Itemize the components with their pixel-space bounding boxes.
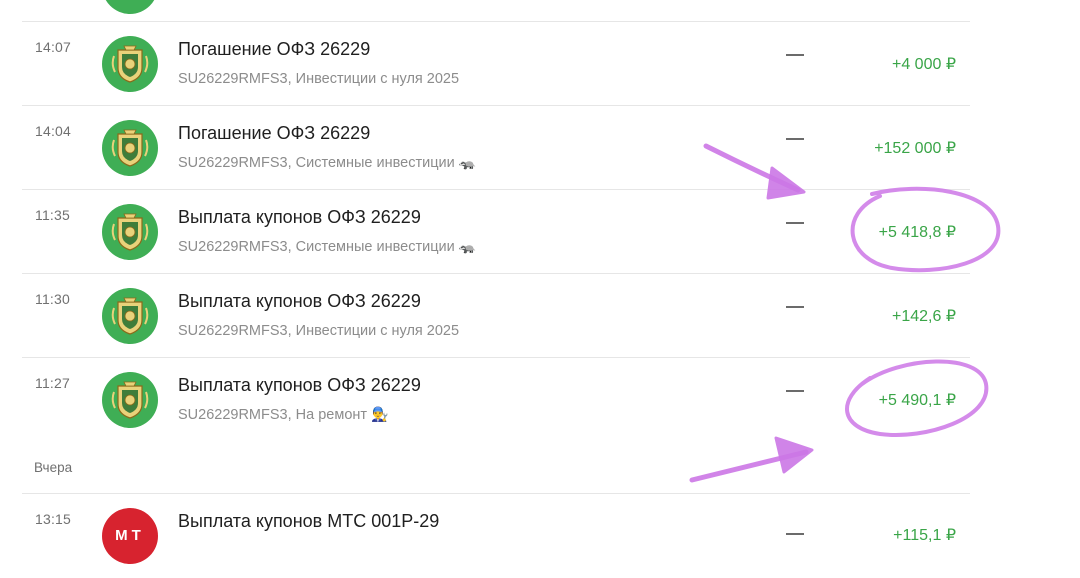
- mts-logo-icon: МТ: [102, 508, 158, 564]
- operation-row[interactable]: 14:04 Погашение ОФЗ 26229 SU26229RMFS3, …: [22, 106, 970, 190]
- operation-amount: +152 000 ₽: [874, 140, 956, 157]
- operation-title: Выплата купонов ОФЗ 26229: [178, 207, 421, 227]
- operation-time: 11:35: [35, 207, 70, 223]
- operation-amount: +5 418,8 ₽: [878, 224, 956, 241]
- operation-dash: [786, 533, 804, 535]
- operation-title: Погашение ОФЗ 26229: [178, 39, 371, 59]
- operation-row[interactable]: 13:15 МТ Выплата купонов МТС 001Р-29 +11…: [22, 494, 970, 578]
- operation-dash: [786, 306, 804, 308]
- operation-time: 11:27: [35, 375, 70, 391]
- operation-dash: [786, 138, 804, 140]
- operation-subtitle: SU26229RMFS3, На ремонт 👨‍🔧: [178, 407, 388, 423]
- ofz-emblem-icon: [102, 288, 158, 344]
- operation-amount: +115,1 ₽: [893, 527, 956, 544]
- ofz-emblem-icon: [102, 36, 158, 92]
- operation-subtitle-text: SU26229RMFS3, Системные инвестиции: [178, 155, 455, 171]
- operation-row[interactable]: 11:35 Выплата купонов ОФЗ 26229 SU26229R…: [22, 190, 970, 274]
- mechanic-emoji-icon: 👨‍🔧: [371, 407, 389, 423]
- operation-dash: [786, 54, 804, 56]
- operation-subtitle: SU26229RMFS3, Системные инвестиции 🦡: [178, 155, 476, 171]
- badger-emoji-icon: 🦡: [458, 239, 477, 255]
- operation-row[interactable]: 11:30 Выплата купонов ОФЗ 26229 SU26229R…: [22, 274, 970, 358]
- operation-title: Выплата купонов ОФЗ 26229: [178, 291, 421, 311]
- operation-title: Выплата купонов ОФЗ 26229: [178, 375, 421, 395]
- operation-row-partial[interactable]: [22, 0, 970, 22]
- operation-dash: [786, 390, 804, 392]
- ofz-emblem-icon: [102, 204, 158, 260]
- operation-title: Погашение ОФЗ 26229: [178, 123, 371, 143]
- operation-subtitle-text: SU26229RMFS3, Инвестиции с нуля 2025: [178, 323, 460, 339]
- ofz-emblem-icon: [102, 372, 158, 428]
- operation-subtitle: SU26229RMFS3, Инвестиции с нуля 2025: [178, 71, 459, 87]
- operation-subtitle-text: SU26229RMFS3, Инвестиции с нуля 2025: [178, 71, 460, 87]
- operation-row[interactable]: 14:07 Погашение ОФЗ 26229 SU26229RMFS3, …: [22, 22, 970, 106]
- operation-time: 11:30: [35, 291, 70, 307]
- operation-subtitle-text: SU26229RMFS3, На ремонт: [178, 407, 368, 423]
- operation-time: 13:15: [35, 511, 72, 527]
- ofz-emblem-icon: [102, 0, 158, 14]
- ofz-emblem-icon: [102, 120, 158, 176]
- operation-amount: +4 000 ₽: [891, 56, 956, 73]
- operation-subtitle-text: SU26229RMFS3, Системные инвестиции: [178, 239, 455, 255]
- operation-subtitle: SU26229RMFS3, Системные инвестиции 🦡: [178, 239, 476, 255]
- operations-list: 14:07 Погашение ОФЗ 26229 SU26229RMFS3, …: [0, 0, 1080, 564]
- operation-amount: +142,6 ₽: [891, 308, 956, 325]
- operation-row[interactable]: 11:27 Выплата купонов ОФЗ 26229 SU26229R…: [22, 358, 970, 442]
- operation-time: 14:04: [35, 123, 72, 139]
- operation-title: Выплата купонов МТС 001Р-29: [178, 511, 440, 531]
- operation-time: 14:07: [35, 39, 72, 55]
- operation-subtitle: SU26229RMFS3, Инвестиции с нуля 2025: [178, 323, 459, 339]
- operation-amount: +5 490,1 ₽: [878, 392, 956, 409]
- section-date-label: Вчера: [34, 460, 73, 475]
- badger-emoji-icon: 🦡: [458, 155, 477, 171]
- operation-dash: [786, 222, 804, 224]
